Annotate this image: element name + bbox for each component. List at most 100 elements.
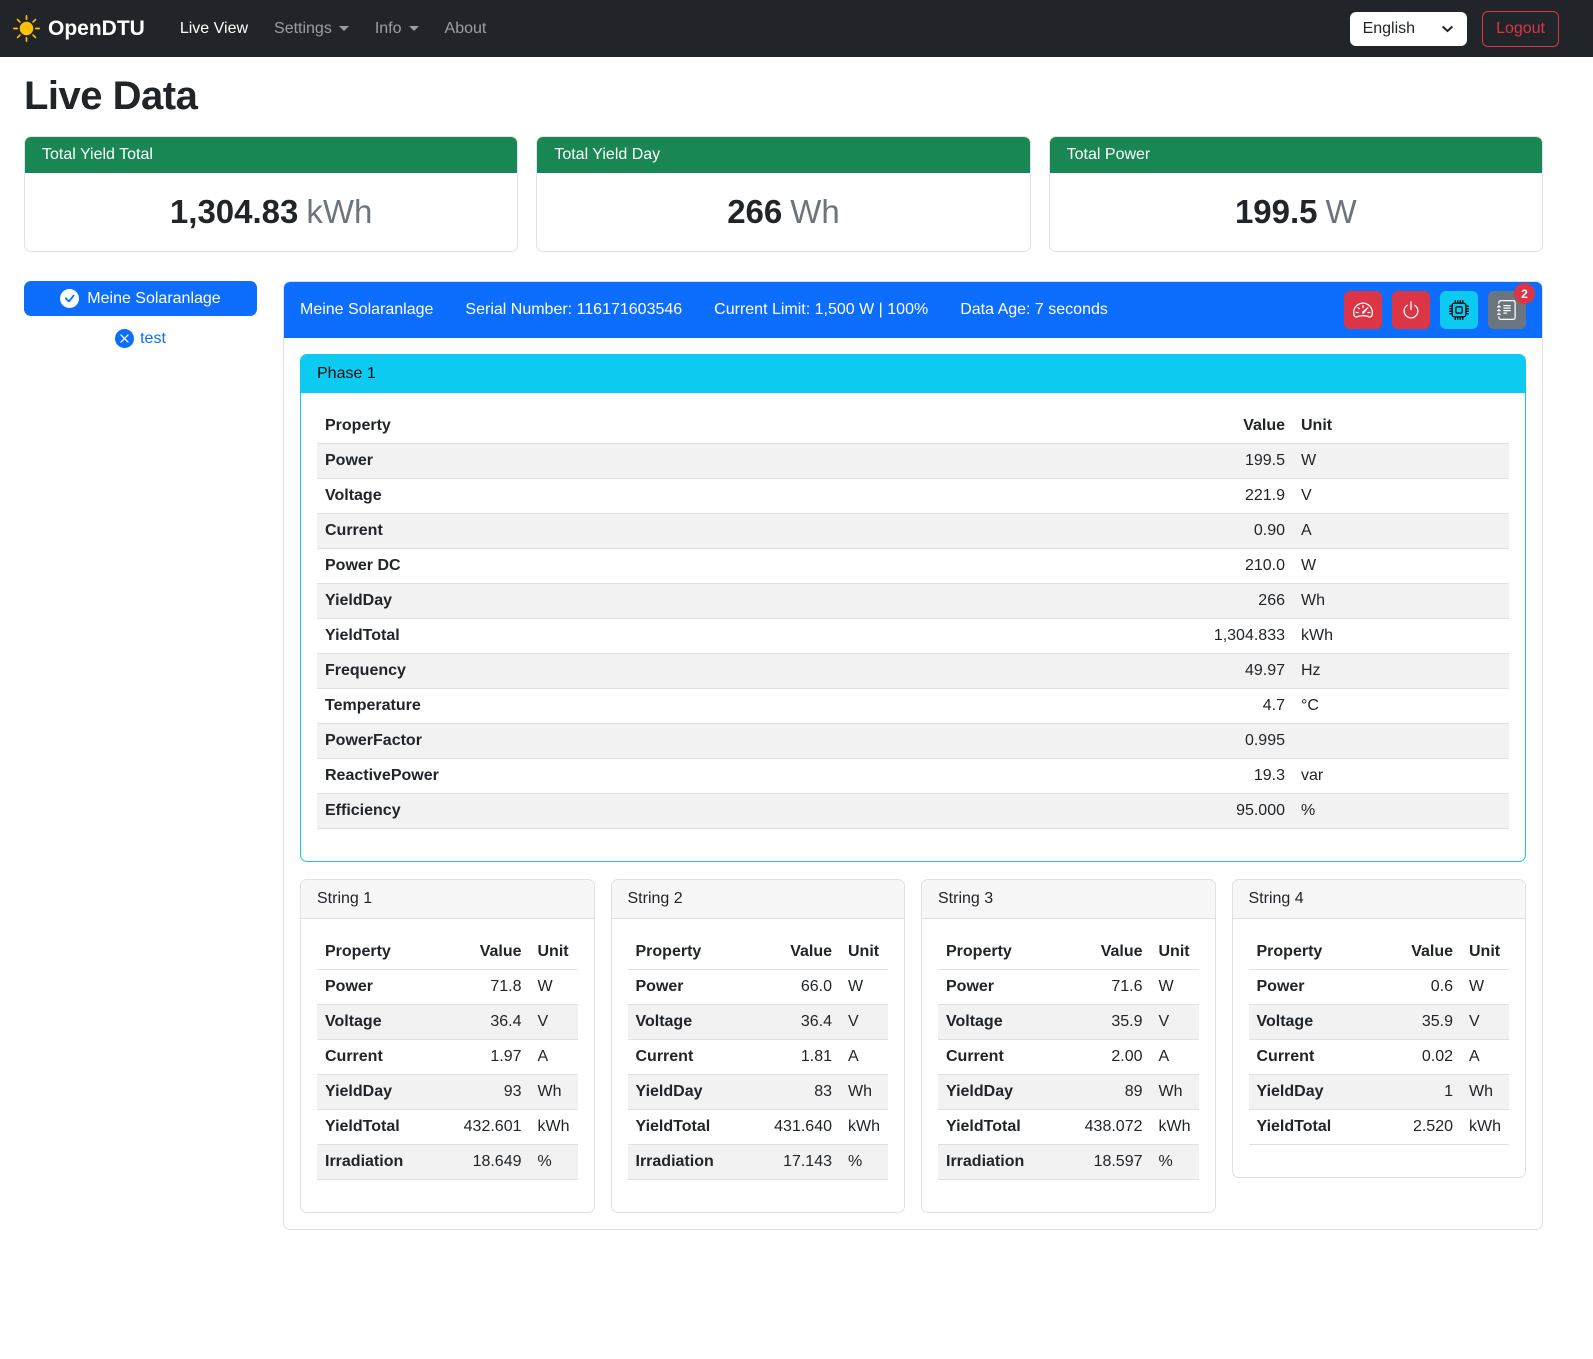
table-row: Current0.90A	[317, 514, 1509, 549]
chevron-down-icon	[339, 26, 349, 31]
language-select[interactable]: English	[1350, 12, 1467, 46]
unit-cell: V	[530, 1005, 578, 1040]
string-card: String 2 Property Value Unit Power66.0WV…	[611, 879, 906, 1213]
value-cell: 1.97	[442, 1040, 530, 1075]
table-row: Power0.6W	[1249, 970, 1510, 1005]
check-circle-icon	[60, 289, 79, 308]
card-unit: kWh	[306, 193, 372, 230]
chevron-down-icon	[409, 26, 419, 31]
column-property: Property	[628, 935, 753, 970]
property-cell: Power	[1249, 970, 1374, 1005]
inverter-button-selected[interactable]: Meine Solaranlage	[24, 281, 257, 316]
table-row: Efficiency95.000%	[317, 794, 1509, 829]
phase-card-body: Property Value Unit Power199.5WVoltage22…	[301, 393, 1525, 861]
unit-cell: %	[840, 1145, 888, 1180]
property-cell: Voltage	[628, 1005, 753, 1040]
card-body: 266Wh	[537, 173, 1029, 251]
property-cell: Irradiation	[628, 1145, 753, 1180]
property-cell: Current	[317, 514, 1163, 549]
power-toggle-button[interactable]	[1392, 291, 1430, 329]
value-cell: 17.143	[752, 1145, 840, 1180]
property-cell: Voltage	[317, 1005, 442, 1040]
unit-cell	[1293, 724, 1509, 759]
property-cell: Temperature	[317, 689, 1163, 724]
inverter-data-age: Data Age: 7 seconds	[960, 301, 1108, 319]
unit-cell: kWh	[530, 1110, 578, 1145]
event-log-button[interactable]: 2	[1488, 291, 1526, 329]
limit-settings-button[interactable]	[1344, 291, 1382, 329]
string-card-title: String 2	[612, 880, 905, 919]
property-cell: YieldTotal	[317, 1110, 442, 1145]
value-cell: 199.5	[1163, 444, 1293, 479]
value-cell: 431.640	[752, 1110, 840, 1145]
column-unit: Unit	[1151, 935, 1199, 970]
property-cell: ReactivePower	[317, 759, 1163, 794]
unit-cell: Wh	[840, 1075, 888, 1110]
value-cell: 1,304.833	[1163, 619, 1293, 654]
unit-cell: V	[840, 1005, 888, 1040]
nav-item-settings[interactable]: Settings	[261, 12, 362, 46]
unit-cell: kWh	[1151, 1110, 1199, 1145]
table-row: Voltage35.9V	[1249, 1005, 1510, 1040]
nav-item-live-view[interactable]: Live View	[167, 12, 261, 46]
string-card-title: String 4	[1233, 880, 1526, 919]
unit-cell: var	[1293, 759, 1509, 794]
unit-cell: A	[1293, 514, 1509, 549]
property-cell: YieldDay	[938, 1075, 1063, 1110]
unit-cell: Wh	[1293, 584, 1509, 619]
column-property: Property	[317, 935, 442, 970]
property-cell: Power DC	[317, 549, 1163, 584]
property-cell: Frequency	[317, 654, 1163, 689]
unit-cell: W	[1461, 970, 1509, 1005]
table-row: Current2.00A	[938, 1040, 1199, 1075]
sun-icon	[13, 15, 40, 42]
table-row: Power66.0W	[628, 970, 889, 1005]
inverter-button-label: test	[140, 330, 166, 348]
card-value: 199.5	[1235, 193, 1318, 230]
string-card-title: String 3	[922, 880, 1215, 919]
logout-button[interactable]: Logout	[1482, 11, 1559, 47]
table-row: YieldTotal1,304.833kWh	[317, 619, 1509, 654]
unit-cell: Hz	[1293, 654, 1509, 689]
property-cell: Current	[938, 1040, 1063, 1075]
property-cell: YieldTotal	[628, 1110, 753, 1145]
column-value: Value	[442, 935, 530, 970]
brand-link[interactable]: OpenDTU	[13, 15, 145, 42]
nav-item-info[interactable]: Info	[362, 12, 432, 46]
property-cell: Efficiency	[317, 794, 1163, 829]
column-value: Value	[1163, 409, 1293, 444]
inverter-button-test[interactable]: test	[115, 329, 166, 348]
property-cell: YieldTotal	[1249, 1110, 1374, 1145]
column-value: Value	[1373, 935, 1461, 970]
value-cell: 35.9	[1063, 1005, 1151, 1040]
nav-item-about[interactable]: About	[432, 12, 500, 46]
unit-cell: W	[1151, 970, 1199, 1005]
table-row: YieldTotal431.640kWh	[628, 1110, 889, 1145]
unit-cell: W	[1293, 444, 1509, 479]
inverter-panel: Meine Solaranlage Serial Number: 1161716…	[283, 281, 1543, 1230]
value-cell: 0.02	[1373, 1040, 1461, 1075]
unit-cell: V	[1293, 479, 1509, 514]
card-unit: W	[1326, 193, 1357, 230]
column-value: Value	[752, 935, 840, 970]
page-title: Live Data	[24, 74, 1543, 119]
unit-cell: V	[1461, 1005, 1509, 1040]
inverter-sidebar: Meine Solaranlage test	[24, 281, 257, 348]
value-cell: 432.601	[442, 1110, 530, 1145]
table-row: Temperature4.7°C	[317, 689, 1509, 724]
unit-cell: W	[840, 970, 888, 1005]
card-header: Total Yield Day	[537, 137, 1029, 173]
property-cell: Voltage	[317, 479, 1163, 514]
value-cell: 4.7	[1163, 689, 1293, 724]
power-icon	[1401, 300, 1421, 320]
table-row: Power71.8W	[317, 970, 578, 1005]
column-property: Property	[317, 409, 1163, 444]
nav-item-label: About	[445, 20, 487, 38]
property-cell: PowerFactor	[317, 724, 1163, 759]
table-header-row: Property Value Unit	[317, 409, 1509, 444]
device-info-button[interactable]	[1440, 291, 1478, 329]
card-body: 1,304.83kWh	[25, 173, 517, 251]
table-row: YieldTotal2.520kWh	[1249, 1110, 1510, 1145]
unit-cell: °C	[1293, 689, 1509, 724]
table-row: Voltage221.9V	[317, 479, 1509, 514]
